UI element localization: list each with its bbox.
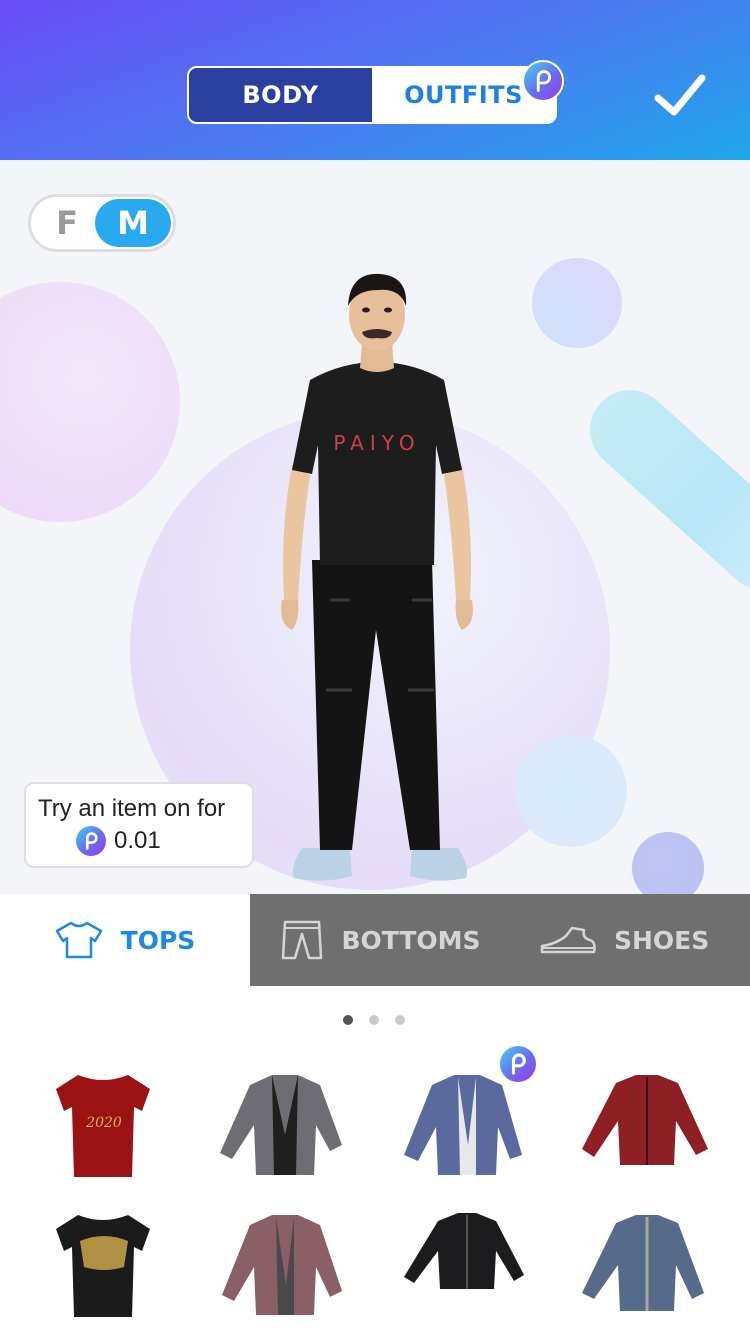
- tab-bottoms-label: BOTTOMS: [341, 925, 481, 955]
- tryon-price: 0.01: [114, 827, 161, 854]
- paiyo-coin-icon: [76, 826, 106, 856]
- header-bar: BODY OUTFITS: [0, 0, 750, 160]
- outfit-item[interactable]: [572, 1065, 722, 1185]
- decor-pill: [573, 373, 750, 607]
- tshirt-image: [56, 1215, 150, 1317]
- avatar-stage: F M PAIYO Try an item on for 0.01: [0, 160, 750, 894]
- tab-shoes[interactable]: SHOES: [512, 894, 750, 986]
- page-dot[interactable]: [395, 1015, 405, 1025]
- pants-icon: [282, 920, 323, 960]
- pagination-dots: [343, 1015, 405, 1025]
- checkmark-icon[interactable]: [652, 70, 708, 122]
- outfit-item-grid: 2020: [0, 1045, 750, 1334]
- shoe-icon: [540, 926, 596, 954]
- tab-tops-label: TOPS: [120, 925, 196, 955]
- leather-jacket-image: [582, 1075, 708, 1165]
- tab-bottoms[interactable]: BOTTOMS: [250, 894, 512, 986]
- shirt-logo-text: PAIYO: [333, 431, 420, 455]
- decor-circle: [632, 832, 704, 894]
- zip-jacket-image: [582, 1215, 704, 1311]
- gender-option-f[interactable]: F: [31, 204, 103, 242]
- outfit-item[interactable]: [392, 1065, 542, 1185]
- gender-option-m[interactable]: M: [95, 199, 171, 247]
- outfit-item[interactable]: 2020: [28, 1065, 178, 1185]
- leather-jacket-image: [404, 1213, 524, 1289]
- avatar-model: PAIYO: [281, 273, 473, 881]
- paiyo-coin-icon: [522, 60, 564, 102]
- decor-circle: [532, 258, 622, 348]
- outfit-item[interactable]: [572, 1205, 722, 1325]
- outfit-item[interactable]: [210, 1205, 360, 1325]
- outfit-item[interactable]: [210, 1065, 360, 1185]
- tab-tops[interactable]: TOPS: [0, 894, 250, 986]
- paiyo-coin-icon: [500, 1046, 536, 1082]
- outfit-item[interactable]: [392, 1205, 542, 1325]
- category-tabs: TOPS BOTTOMS SHOES: [0, 894, 750, 986]
- tab-shoes-label: SHOES: [614, 925, 710, 955]
- blazer-image: [222, 1215, 342, 1315]
- shirt-icon: [55, 921, 102, 959]
- tryon-price-card: Try an item on for 0.01: [24, 782, 254, 868]
- tshirt-image: 2020: [56, 1075, 150, 1177]
- body-outfits-segmented-control: BODY OUTFITS: [187, 66, 557, 124]
- blazer-image: [404, 1075, 522, 1175]
- page-dot[interactable]: [369, 1015, 379, 1025]
- decor-circle: [0, 282, 180, 522]
- decor-circle: [515, 735, 627, 847]
- tryon-label: Try an item on for: [38, 795, 226, 822]
- outfit-item[interactable]: [28, 1205, 178, 1325]
- tab-body[interactable]: BODY: [189, 68, 372, 122]
- gender-toggle[interactable]: F M: [28, 194, 176, 252]
- blazer-image: [220, 1075, 342, 1175]
- page-dot[interactable]: [343, 1015, 353, 1025]
- svg-text:2020: 2020: [85, 1115, 122, 1131]
